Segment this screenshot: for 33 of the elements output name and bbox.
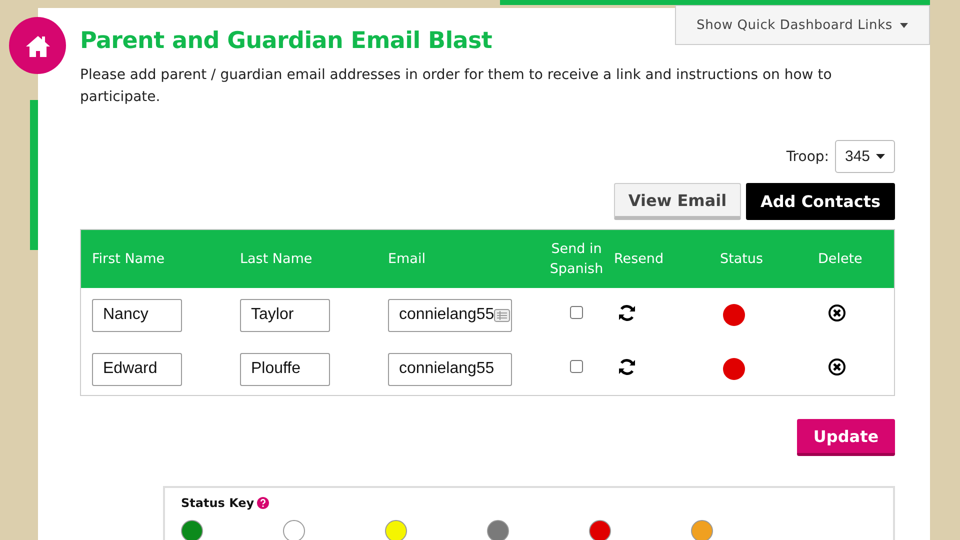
status-key-title: Status Key bbox=[181, 496, 254, 510]
caret-icon bbox=[876, 154, 886, 159]
caret-icon bbox=[900, 22, 908, 28]
spanish-checkbox[interactable] bbox=[570, 306, 583, 318]
refresh-icon[interactable] bbox=[618, 304, 636, 322]
troop-label: Troop: bbox=[786, 148, 829, 164]
description-text: Please add parent / guardian email addresses in order for them to receive a link and instructions on how to participate. bbox=[80, 66, 833, 107]
column-header: Delete bbox=[818, 250, 864, 269]
home-icon bbox=[24, 34, 50, 58]
quick-links-button[interactable]: Show Quick Dashboard Links bbox=[675, 5, 930, 45]
column-header: Status bbox=[720, 250, 764, 269]
column-header: Email bbox=[388, 250, 426, 269]
update-button[interactable]: Update bbox=[797, 419, 895, 456]
delete-icon[interactable] bbox=[828, 304, 846, 322]
help-icon[interactable] bbox=[257, 497, 270, 509]
email-field[interactable]: connielang55 bbox=[388, 352, 512, 386]
page-title: Parent and Guardian Email Blast bbox=[80, 28, 494, 54]
view-email-button[interactable]: View Email bbox=[614, 183, 741, 220]
autofill-icon[interactable] bbox=[494, 308, 510, 322]
column-header: Send in Spanish bbox=[548, 240, 604, 279]
troop-select[interactable]: 345 bbox=[835, 140, 895, 173]
first-name-field[interactable]: Nancy bbox=[92, 298, 182, 332]
first-name-field[interactable]: Edward bbox=[92, 352, 182, 386]
column-header: Resend bbox=[614, 250, 665, 269]
spanish-checkbox[interactable] bbox=[570, 360, 583, 372]
column-header: First Name bbox=[92, 250, 166, 269]
last-name-field[interactable]: Taylor bbox=[240, 298, 330, 332]
delete-icon[interactable] bbox=[828, 358, 846, 376]
refresh-icon[interactable] bbox=[618, 358, 636, 376]
column-header: Last Name bbox=[240, 250, 314, 269]
email-field[interactable]: connielang55 bbox=[388, 298, 512, 332]
add-contacts-button[interactable]: Add Contacts bbox=[746, 183, 895, 220]
last-name-field[interactable]: Plouffe bbox=[240, 352, 330, 386]
